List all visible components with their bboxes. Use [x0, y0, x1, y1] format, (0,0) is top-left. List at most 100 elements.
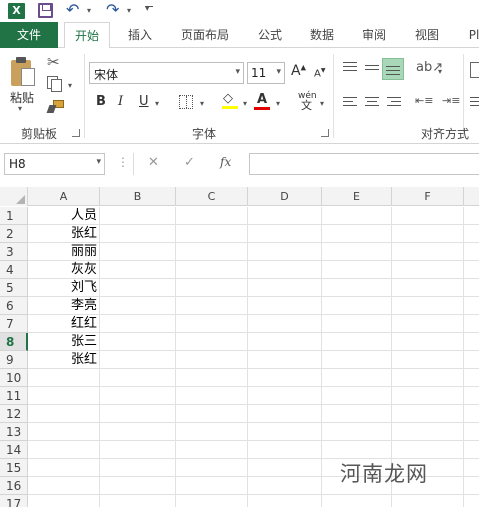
phonetic-dropdown-icon[interactable]: ▾: [320, 99, 324, 108]
cell-d[interactable]: [248, 297, 322, 315]
decrease-indent-icon[interactable]: ⇤≡: [415, 94, 433, 107]
shrink-font-icon[interactable]: A▼: [314, 67, 325, 79]
cell-f[interactable]: [392, 441, 464, 459]
cell-e[interactable]: [322, 207, 392, 225]
cell-d[interactable]: [248, 495, 322, 507]
cell-b[interactable]: [100, 333, 176, 351]
tab-formulas[interactable]: 公式: [248, 22, 292, 48]
cell-c[interactable]: [176, 495, 248, 507]
cell-f[interactable]: [392, 405, 464, 423]
phonetic-guide-icon[interactable]: wén 文: [298, 91, 317, 111]
cell-b[interactable]: [100, 423, 176, 441]
align-right-icon[interactable]: [387, 97, 401, 109]
italic-button[interactable]: I: [118, 94, 123, 109]
cell-c[interactable]: [176, 477, 248, 495]
top-align-icon[interactable]: [343, 62, 357, 74]
cell-e[interactable]: [322, 351, 392, 369]
borders-dropdown-icon[interactable]: ▾: [200, 99, 204, 108]
cell-b[interactable]: [100, 261, 176, 279]
tab-page-layout[interactable]: 页面布局: [170, 22, 240, 48]
column-header-a[interactable]: A: [28, 187, 100, 206]
undo-dropdown-icon[interactable]: ▾: [87, 6, 91, 15]
paste-icon[interactable]: [11, 56, 37, 86]
tab-review[interactable]: 审阅: [352, 22, 396, 48]
cell-f[interactable]: [392, 351, 464, 369]
cell-b[interactable]: [100, 369, 176, 387]
cell-c[interactable]: [176, 243, 248, 261]
font-color-dropdown-icon[interactable]: ▾: [276, 99, 280, 108]
cell-e[interactable]: [322, 261, 392, 279]
cell-d[interactable]: [248, 333, 322, 351]
cell-f[interactable]: [392, 261, 464, 279]
cell-f[interactable]: [392, 315, 464, 333]
cell-b[interactable]: [100, 243, 176, 261]
merge-center-icon[interactable]: [470, 97, 479, 109]
row-header[interactable]: 11: [0, 387, 28, 405]
column-header-c[interactable]: C: [176, 187, 248, 206]
cell-b[interactable]: [100, 387, 176, 405]
cell-c[interactable]: [176, 459, 248, 477]
cell-c[interactable]: [176, 333, 248, 351]
row-header[interactable]: 15: [0, 459, 28, 477]
bold-button[interactable]: B: [96, 94, 106, 109]
column-header-f[interactable]: F: [392, 187, 464, 206]
column-header-g[interactable]: [464, 187, 479, 206]
cell-g[interactable]: [464, 387, 479, 405]
cell-d[interactable]: [248, 351, 322, 369]
cell-d[interactable]: [248, 459, 322, 477]
cell-a[interactable]: [28, 441, 100, 459]
cell-g[interactable]: [464, 333, 479, 351]
cell-d[interactable]: [248, 261, 322, 279]
align-center-icon[interactable]: [365, 97, 379, 109]
copy-icon[interactable]: [47, 76, 62, 92]
cell-f[interactable]: [392, 387, 464, 405]
tab-insert[interactable]: 插入: [118, 22, 162, 48]
cell-f[interactable]: [392, 333, 464, 351]
tab-file[interactable]: 文件: [0, 22, 58, 48]
cell-e[interactable]: [322, 279, 392, 297]
cell-g[interactable]: [464, 315, 479, 333]
redo-dropdown-icon[interactable]: ▾: [127, 6, 131, 15]
tab-view[interactable]: 视图: [405, 22, 449, 48]
cell-g[interactable]: [464, 297, 479, 315]
increase-indent-icon[interactable]: ⇥≡: [442, 94, 460, 107]
cell-g[interactable]: [464, 405, 479, 423]
cell-a[interactable]: [28, 495, 100, 507]
tab-power[interactable]: Pl: [463, 22, 479, 48]
cell-d[interactable]: [248, 225, 322, 243]
underline-dropdown-icon[interactable]: ▾: [155, 99, 159, 108]
cell-e[interactable]: [322, 243, 392, 261]
cell-b[interactable]: [100, 279, 176, 297]
copy-dropdown-icon[interactable]: ▾: [68, 81, 72, 90]
cell-c[interactable]: [176, 369, 248, 387]
wrap-text-icon[interactable]: [470, 62, 479, 78]
cell-f[interactable]: [392, 369, 464, 387]
cell-g[interactable]: [464, 477, 479, 495]
cell-b[interactable]: [100, 459, 176, 477]
cell-f[interactable]: [392, 243, 464, 261]
cell-a[interactable]: 刘飞: [28, 279, 100, 297]
cell-g[interactable]: [464, 261, 479, 279]
font-color-icon[interactable]: A: [254, 92, 270, 110]
cell-a[interactable]: 灰灰: [28, 261, 100, 279]
cell-b[interactable]: [100, 405, 176, 423]
cell-b[interactable]: [100, 297, 176, 315]
orientation-dropdown-icon[interactable]: ▾: [438, 67, 442, 76]
cell-e[interactable]: [322, 387, 392, 405]
row-header[interactable]: 1: [0, 207, 28, 225]
row-header[interactable]: 6: [0, 297, 28, 315]
cell-c[interactable]: [176, 261, 248, 279]
enter-icon[interactable]: ✓: [184, 155, 195, 170]
cell-e[interactable]: [322, 495, 392, 507]
row-header[interactable]: 4: [0, 261, 28, 279]
row-header[interactable]: 12: [0, 405, 28, 423]
row-header[interactable]: 8: [0, 333, 28, 351]
cell-b[interactable]: [100, 207, 176, 225]
cell-c[interactable]: [176, 279, 248, 297]
undo-icon[interactable]: ↶: [66, 1, 79, 19]
redo-icon[interactable]: ↷: [106, 1, 119, 19]
cell-e[interactable]: [322, 369, 392, 387]
cell-d[interactable]: [248, 405, 322, 423]
row-header[interactable]: 13: [0, 423, 28, 441]
column-header-e[interactable]: E: [322, 187, 392, 206]
